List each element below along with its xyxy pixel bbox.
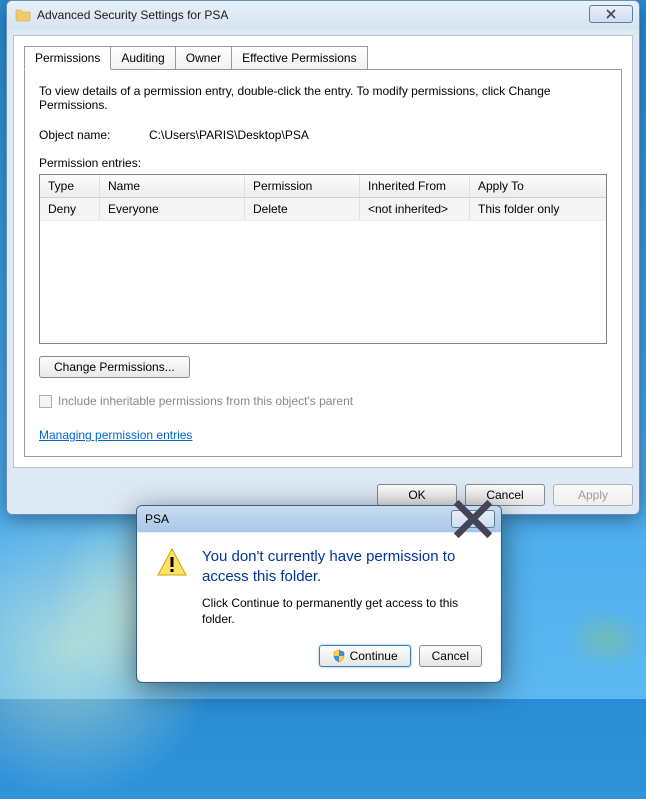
include-inherit-label: Include inheritable permissions from thi… — [58, 394, 353, 408]
tab-owner[interactable]: Owner — [175, 46, 232, 70]
apply-button[interactable]: Apply — [553, 484, 633, 506]
include-inherit-row: Include inheritable permissions from thi… — [39, 394, 607, 408]
uac-shield-icon — [332, 649, 346, 663]
entries-label: Permission entries: — [39, 156, 607, 170]
tab-effective-permissions[interactable]: Effective Permissions — [231, 46, 368, 70]
dialog-titlebar[interactable]: PSA — [137, 506, 501, 532]
tab-auditing[interactable]: Auditing — [110, 46, 175, 70]
col-permission[interactable]: Permission — [245, 175, 360, 197]
security-settings-window: Advanced Security Settings for PSA Permi… — [6, 0, 640, 515]
managing-permissions-link[interactable]: Managing permission entries — [39, 428, 192, 442]
cell-name: Everyone — [100, 198, 245, 220]
warning-icon — [156, 547, 188, 579]
object-name-value: C:\Users\PARIS\Desktop\PSA — [149, 128, 309, 142]
window-title: Advanced Security Settings for PSA — [37, 8, 228, 22]
cell-type: Deny — [40, 198, 100, 220]
continue-button[interactable]: Continue — [319, 645, 411, 667]
grid-row[interactable]: Deny Everyone Delete <not inherited> Thi… — [40, 198, 606, 221]
dialog-title: PSA — [145, 512, 169, 526]
tab-strip: Permissions Auditing Owner Effective Per… — [24, 46, 622, 70]
col-name[interactable]: Name — [100, 175, 245, 197]
change-permissions-button[interactable]: Change Permissions... — [39, 356, 190, 378]
dialog-cancel-button[interactable]: Cancel — [419, 645, 482, 667]
object-name-label: Object name: — [39, 128, 149, 142]
continue-label: Continue — [350, 649, 398, 663]
dialog-heading: You don't currently have permission to a… — [202, 547, 482, 586]
access-denied-dialog: PSA You don't currently have permission … — [136, 505, 502, 683]
dialog-close-button[interactable] — [451, 510, 495, 528]
titlebar[interactable]: Advanced Security Settings for PSA — [7, 1, 639, 29]
cell-apply: This folder only — [470, 198, 606, 220]
close-button[interactable] — [589, 5, 633, 23]
grid-header: Type Name Permission Inherited From Appl… — [40, 175, 606, 198]
ok-button[interactable]: OK — [377, 484, 457, 506]
dialog-body-text: Click Continue to permanently get access… — [202, 596, 482, 627]
include-inherit-checkbox[interactable] — [39, 395, 52, 408]
col-apply[interactable]: Apply To — [470, 175, 606, 197]
tab-content: To view details of a permission entry, d… — [24, 69, 622, 457]
permissions-grid[interactable]: Type Name Permission Inherited From Appl… — [39, 174, 607, 344]
cell-inherited: <not inherited> — [360, 198, 470, 220]
info-text: To view details of a permission entry, d… — [39, 84, 607, 112]
window-body: Permissions Auditing Owner Effective Per… — [13, 35, 633, 468]
dialog-buttons: Continue Cancel — [156, 645, 482, 667]
col-type[interactable]: Type — [40, 175, 100, 197]
object-name-row: Object name: C:\Users\PARIS\Desktop\PSA — [39, 128, 607, 142]
cell-permission: Delete — [245, 198, 360, 220]
dialog-body: You don't currently have permission to a… — [138, 533, 500, 681]
col-inherited[interactable]: Inherited From — [360, 175, 470, 197]
folder-icon — [15, 7, 31, 23]
tab-permissions[interactable]: Permissions — [24, 46, 111, 70]
